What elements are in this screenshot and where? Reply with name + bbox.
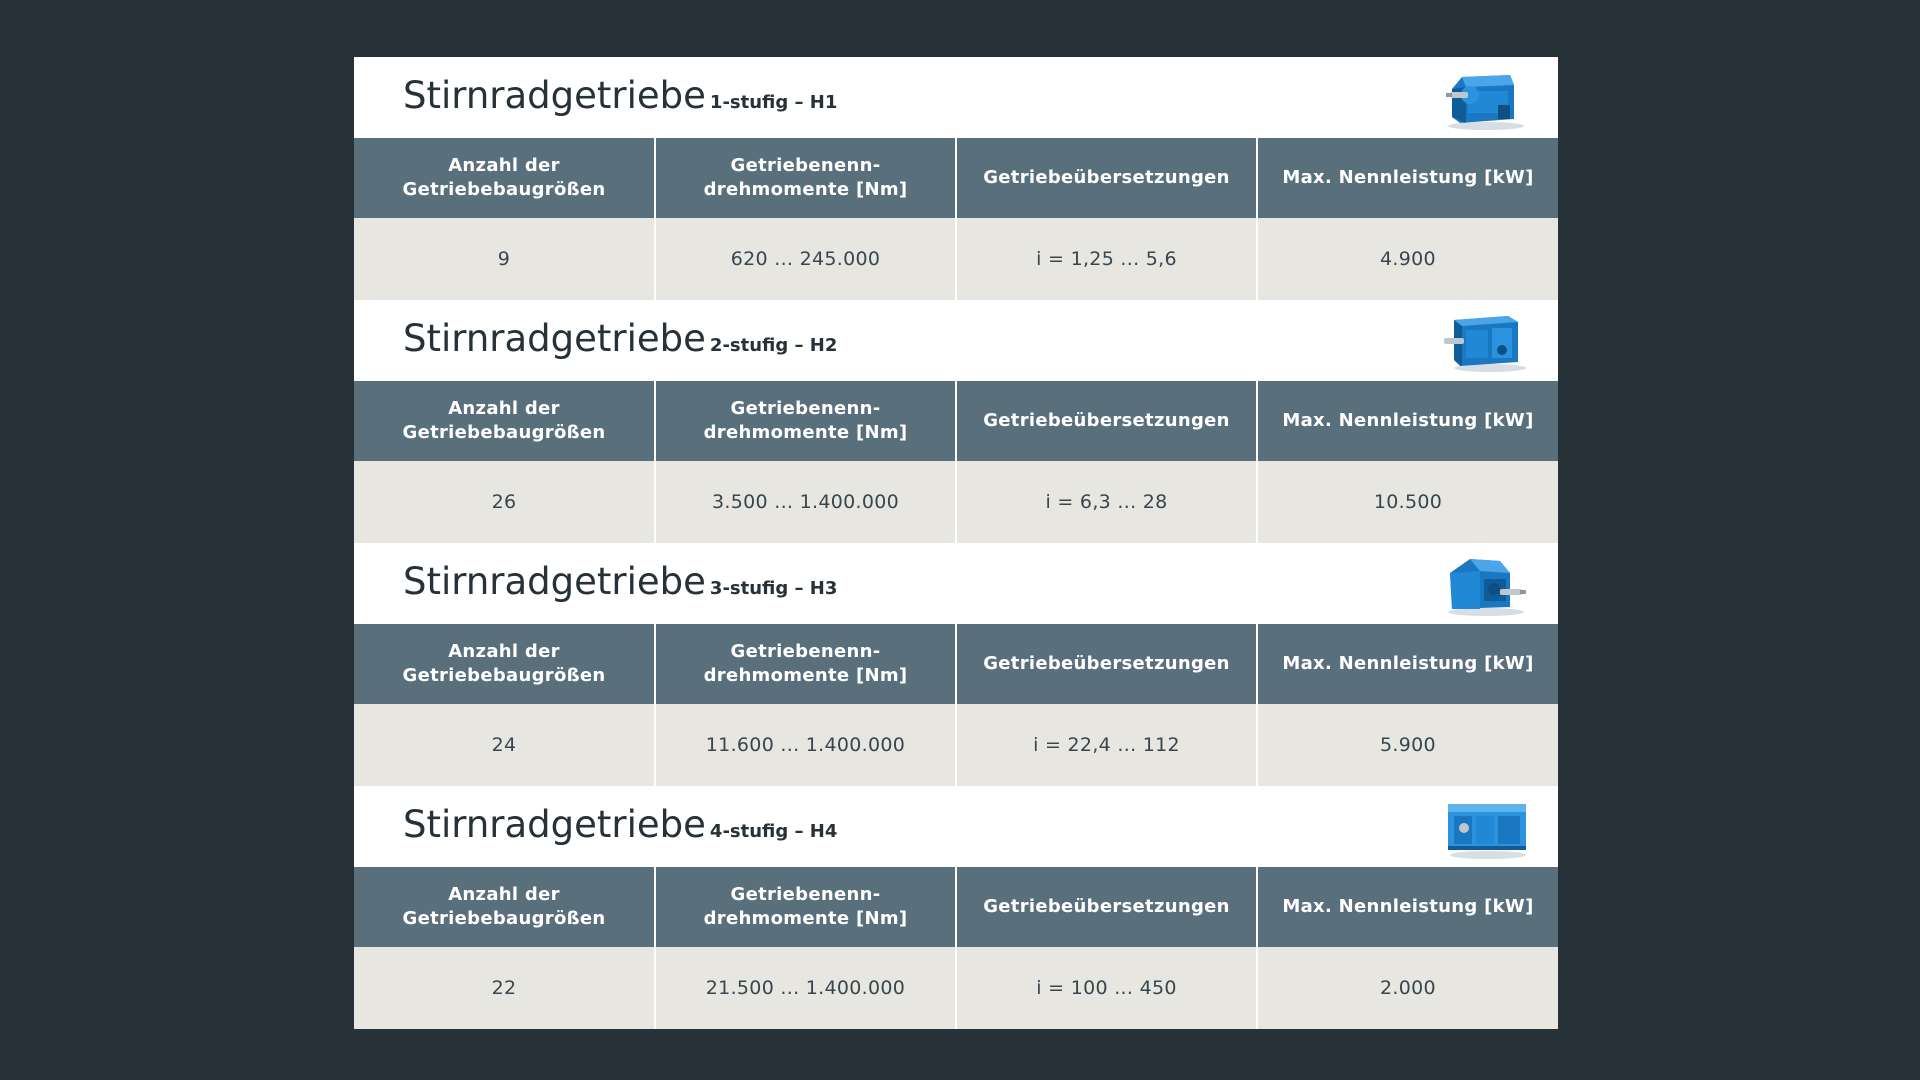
section-title-main: Stirnradgetriebe: [403, 560, 706, 603]
section-title-sub: 1-stufig – H1: [709, 92, 838, 113]
header-torque-line2: drehmomente [Nm]: [703, 179, 908, 200]
section-title-row: Stirnradgetriebe 2-stufig – H2: [354, 300, 1558, 381]
header-sizes-line1: Anzahl der: [448, 398, 560, 419]
cell-power: 10.500: [1256, 461, 1558, 543]
gearbox-spec-panel: Stirnradgetriebe 1-stufig – H1 Anzahl der…: [354, 57, 1558, 1029]
header-torque-line2: drehmomente [Nm]: [703, 908, 908, 929]
table-row: 9 620 ... 245.000 i = 1,25 ... 5,6 4.900: [354, 218, 1558, 300]
header-sizes-line1: Anzahl der: [448, 641, 560, 662]
section-title-main: Stirnradgetriebe: [403, 74, 706, 117]
cell-power: 5.900: [1256, 704, 1558, 786]
header-sizes: Anzahl der Getriebebaugrößen: [354, 381, 655, 461]
section-title-row: Stirnradgetriebe 3-stufig – H3: [354, 543, 1558, 624]
cell-ratios: i = 22,4 ... 112: [955, 704, 1257, 786]
cell-ratios: i = 6,3 ... 28: [955, 461, 1257, 543]
table-header-row: Anzahl der Getriebebaugrößen Getriebenenn…: [354, 381, 1558, 461]
header-ratios: Getriebeübersetzungen: [955, 381, 1257, 461]
header-power: Max. Nennleistung [kW]: [1256, 624, 1558, 704]
header-ratios: Getriebeübersetzungen: [955, 867, 1257, 947]
section-title: Stirnradgetriebe 4-stufig – H4: [403, 803, 837, 846]
header-power: Max. Nennleistung [kW]: [1256, 867, 1558, 947]
section-title-row: Stirnradgetriebe 4-stufig – H4: [354, 786, 1558, 867]
section-title: Stirnradgetriebe 2-stufig – H2: [403, 317, 837, 360]
cell-power: 4.900: [1256, 218, 1558, 300]
header-torque-line1: Getriebenenn-: [730, 641, 881, 662]
cell-torque: 11.600 ... 1.400.000: [654, 704, 956, 786]
table-header-row: Anzahl der Getriebebaugrößen Getriebenenn…: [354, 138, 1558, 218]
header-sizes-line2: Getriebebaugrößen: [402, 908, 606, 929]
spec-table: Anzahl der Getriebebaugrößen Getriebenenn…: [354, 381, 1558, 543]
header-sizes-line1: Anzahl der: [448, 155, 560, 176]
gearbox-h3-image: [1448, 559, 1526, 616]
header-torque-line1: Getriebenenn-: [730, 155, 881, 176]
cell-power: 2.000: [1256, 947, 1558, 1029]
table-row: 26 3.500 ... 1.400.000 i = 6,3 ... 28 10…: [354, 461, 1558, 543]
section-h4: Stirnradgetriebe 4-stufig – H4 Anzahl der…: [354, 786, 1558, 1029]
cell-sizes: 22: [354, 947, 655, 1029]
cell-sizes: 26: [354, 461, 655, 543]
header-torque: Getriebenenn-drehmomente [Nm]: [654, 867, 956, 947]
header-ratios: Getriebeübersetzungen: [955, 138, 1257, 218]
section-title-sub: 3-stufig – H3: [709, 578, 838, 599]
cell-torque: 620 ... 245.000: [654, 218, 956, 300]
table-header-row: Anzahl der Getriebebaugrößen Getriebenenn…: [354, 624, 1558, 704]
section-title-sub: 2-stufig – H2: [709, 335, 838, 356]
section-title-sub: 4-stufig – H4: [709, 821, 838, 842]
header-sizes: Anzahl der Getriebebaugrößen: [354, 867, 655, 947]
table-header-row: Anzahl der Getriebebaugrößen Getriebenenn…: [354, 867, 1558, 947]
header-ratios: Getriebeübersetzungen: [955, 624, 1257, 704]
spec-table: Anzahl der Getriebebaugrößen Getriebenenn…: [354, 138, 1558, 300]
gearbox-h2-image: [1444, 316, 1526, 372]
header-torque-line1: Getriebenenn-: [730, 884, 881, 905]
header-torque-line1: Getriebenenn-: [730, 398, 881, 419]
section-title-main: Stirnradgetriebe: [403, 803, 706, 846]
section-title-main: Stirnradgetriebe: [403, 317, 706, 360]
gearbox-h1-image: [1446, 75, 1524, 130]
header-power: Max. Nennleistung [kW]: [1256, 138, 1558, 218]
cell-ratios: i = 1,25 ... 5,6: [955, 218, 1257, 300]
header-torque: Getriebenenn-drehmomente [Nm]: [654, 138, 956, 218]
header-sizes-line1: Anzahl der: [448, 884, 560, 905]
header-sizes: Anzahl der Getriebebaugrößen: [354, 624, 655, 704]
section-h3: Stirnradgetriebe 3-stufig – H3 Anzahl der…: [354, 543, 1558, 786]
header-sizes-line2: Getriebebaugrößen: [402, 422, 606, 443]
header-torque: Getriebenenn-drehmomente [Nm]: [654, 624, 956, 704]
spec-table: Anzahl der Getriebebaugrößen Getriebenenn…: [354, 624, 1558, 786]
gearbox-h4-image: [1448, 804, 1526, 859]
spec-table: Anzahl der Getriebebaugrößen Getriebenenn…: [354, 867, 1558, 1029]
cell-sizes: 24: [354, 704, 655, 786]
header-power: Max. Nennleistung [kW]: [1256, 381, 1558, 461]
section-title-row: Stirnradgetriebe 1-stufig – H1: [354, 57, 1558, 138]
header-torque: Getriebenenn-drehmomente [Nm]: [654, 381, 956, 461]
table-row: 24 11.600 ... 1.400.000 i = 22,4 ... 112…: [354, 704, 1558, 786]
header-torque-line2: drehmomente [Nm]: [703, 665, 908, 686]
cell-sizes: 9: [354, 218, 655, 300]
section-h2: Stirnradgetriebe 2-stufig – H2 Anzahl der…: [354, 300, 1558, 543]
table-row: 22 21.500 ... 1.400.000 i = 100 ... 450 …: [354, 947, 1558, 1029]
header-sizes: Anzahl der Getriebebaugrößen: [354, 138, 655, 218]
cell-torque: 3.500 ... 1.400.000: [654, 461, 956, 543]
header-torque-line2: drehmomente [Nm]: [703, 422, 908, 443]
header-sizes-line2: Getriebebaugrößen: [402, 179, 606, 200]
header-sizes-line2: Getriebebaugrößen: [402, 665, 606, 686]
section-h1: Stirnradgetriebe 1-stufig – H1 Anzahl der…: [354, 57, 1558, 300]
section-title: Stirnradgetriebe 1-stufig – H1: [403, 74, 837, 117]
cell-torque: 21.500 ... 1.400.000: [654, 947, 956, 1029]
cell-ratios: i = 100 ... 450: [955, 947, 1257, 1029]
section-title: Stirnradgetriebe 3-stufig – H3: [403, 560, 837, 603]
